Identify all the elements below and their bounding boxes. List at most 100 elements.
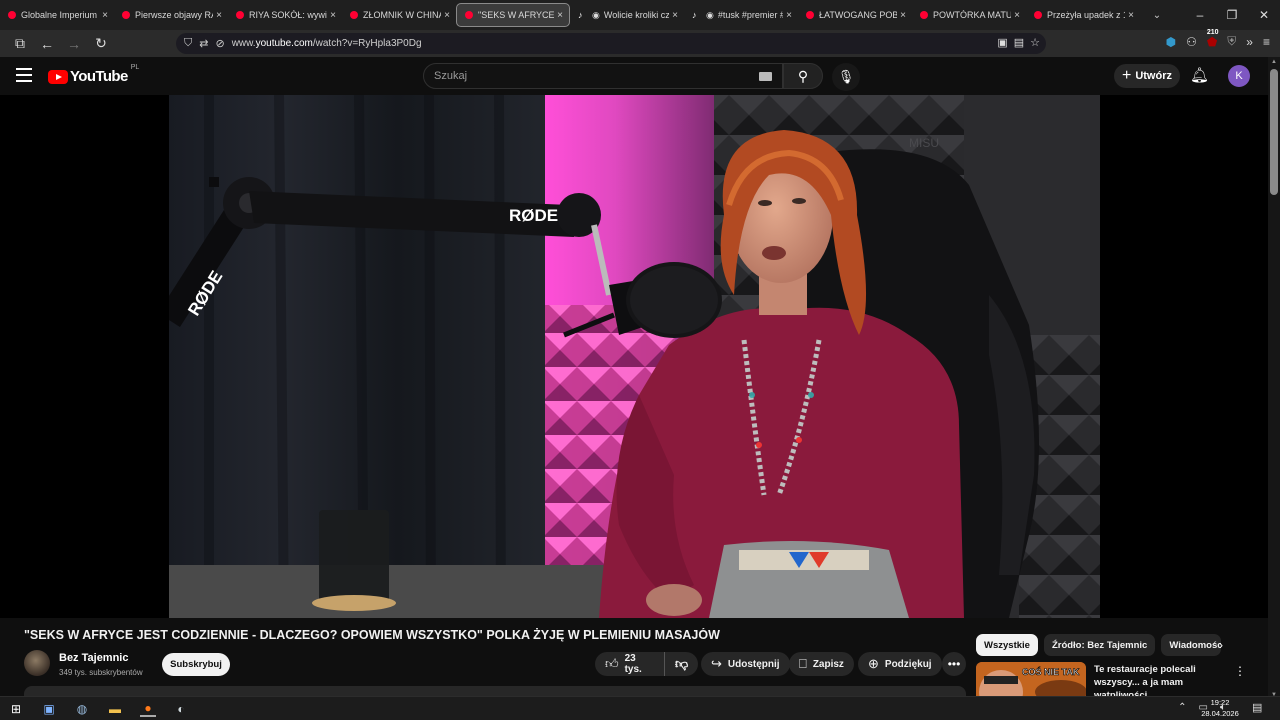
youtube-logo[interactable]: YouTube PL — [48, 64, 139, 85]
recommended-thumbnail-image: COŚ NIE TAK — [976, 662, 1086, 696]
address-bar[interactable]: ⛉ ⇄ ⊘ www.youtube.com/watch?v=RyHpla3P0D… — [176, 33, 1046, 54]
tab-close-icon[interactable]: × — [1014, 10, 1020, 21]
scrollbar-thumb[interactable] — [1270, 69, 1278, 195]
clock-date: 28.04.2026 — [1201, 709, 1239, 718]
explorer-monitor-icon[interactable]: ▣ — [41, 701, 57, 717]
reload-icon[interactable]: ↻ — [89, 32, 113, 56]
browser-tab[interactable]: RIYA SOKÓŁ: wywiad× — [228, 3, 342, 27]
create-label: Utwórz — [1135, 70, 1172, 82]
video-frame[interactable]: RØDE RØDE MISU — [169, 95, 1100, 618]
recommended-thumbnail[interactable]: COŚ NIE TAK — [976, 662, 1086, 696]
youtube-favicon-icon — [1034, 11, 1042, 19]
firefox-icon[interactable]: ● — [140, 701, 156, 717]
tab-close-icon[interactable]: × — [672, 10, 678, 21]
tracking-shield-icon[interactable]: ⛉ — [184, 37, 192, 50]
browser-tab[interactable]: ŁATWOGANG POBIŁ× — [798, 3, 912, 27]
page-scrollbar[interactable]: ▲ ▼ — [1268, 57, 1280, 700]
channel-avatar[interactable] — [24, 650, 50, 676]
minimize-icon[interactable]: – — [1184, 0, 1216, 30]
tab-close-icon[interactable]: × — [216, 10, 222, 21]
tab-close-icon[interactable]: × — [1128, 10, 1134, 21]
permissions-icon[interactable]: ⇄ — [199, 37, 208, 50]
subscriber-count: 349 tys. subskrybentów — [59, 668, 143, 677]
restore-icon[interactable]: ❐ — [1216, 0, 1248, 30]
overflow-menu-icon[interactable]: » — [1246, 35, 1253, 49]
browser-tab[interactable]: Pierwsze objawy RAK× — [114, 3, 228, 27]
vpn-extension-icon[interactable]: ⬢ — [1166, 35, 1176, 49]
dislike-button[interactable]: 👎︎ — [665, 652, 698, 676]
browser-tab[interactable]: Globalne Imperium B × — [0, 3, 114, 27]
windows-start-icon[interactable]: ⊞ — [8, 701, 24, 717]
voice-search-button[interactable]: 🎙︎ — [832, 63, 860, 91]
app-icon[interactable]: ◐ — [173, 701, 189, 717]
chair-logo: MISU — [909, 136, 939, 150]
channel-name[interactable]: Bez Tajemnic — [59, 652, 129, 664]
thumbs-down-icon: 👎︎ — [674, 656, 689, 671]
rode-boom-logo: RØDE — [509, 206, 558, 225]
more-actions-icon[interactable]: ••• — [942, 652, 966, 676]
site-info-icon[interactable]: ⊘ — [215, 37, 224, 50]
save-label: Zapisz — [812, 658, 844, 670]
tab-close-icon[interactable]: × — [444, 10, 450, 21]
media-playing-icon[interactable]: ◉ — [706, 10, 714, 21]
description-box[interactable] — [24, 686, 966, 696]
chip-all[interactable]: Wszystkie — [976, 634, 1038, 656]
close-window-icon[interactable]: ✕ — [1248, 0, 1280, 30]
tab-manager-icon[interactable]: ⧉ — [8, 32, 32, 56]
notification-center-icon[interactable]: ▤ — [1252, 701, 1262, 714]
tab-close-icon[interactable]: × — [557, 10, 563, 21]
shield-extension-icon[interactable]: ⛨ — [1227, 34, 1236, 49]
notifications-bell-icon[interactable]: 🔔︎ — [1190, 66, 1209, 84]
browser-tab[interactable]: ♪ ◉ Wolicie kroliki cz × — [570, 3, 684, 27]
reader-view-icon[interactable]: ▤ — [1014, 36, 1024, 49]
subscribe-button[interactable]: Subskrybuj — [162, 653, 230, 676]
browser-toolbar: ⧉ ← → ↻ ⛉ ⇄ ⊘ www.youtube.com/watch?v=Ry… — [0, 28, 1280, 57]
youtube-favicon-icon — [350, 11, 358, 19]
save-button[interactable]: ⎕ Zapisz — [789, 652, 854, 676]
youtube-favicon-icon — [465, 11, 473, 19]
tab-label: Pierwsze objawy RAK — [135, 10, 213, 20]
scroll-up-icon[interactable]: ▲ — [1271, 59, 1277, 65]
plus-icon: + — [1121, 67, 1132, 84]
browser-tab-active[interactable]: "SEKS W AFRYCE JES× — [456, 3, 570, 27]
browser-tab[interactable]: Przeżyła upadek z 10 × — [1026, 3, 1140, 27]
media-playing-icon[interactable]: ◉ — [592, 10, 600, 21]
create-button[interactable]: + Utwórz — [1114, 64, 1180, 88]
search-input[interactable]: Szukaj — [423, 63, 783, 89]
tab-close-icon[interactable]: × — [102, 10, 108, 21]
youtube-favicon-icon — [8, 11, 16, 19]
file-explorer-icon[interactable]: ▬ — [107, 701, 123, 717]
app-menu-icon[interactable]: ≡ — [1263, 35, 1270, 49]
tab-label: "SEKS W AFRYCE JES — [478, 10, 555, 20]
like-button[interactable]: 👍︎ 23 tys. — [595, 652, 666, 676]
system-clock[interactable]: 19:22 28.04.2026 — [1200, 697, 1240, 719]
browser-tab[interactable]: ♪ ◉ #tusk #premier # × — [684, 3, 798, 27]
back-icon[interactable]: ← — [35, 32, 59, 56]
forward-icon[interactable]: → — [62, 32, 86, 56]
menu-icon[interactable] — [16, 68, 32, 82]
share-button[interactable]: ↪ Udostępnij — [701, 652, 790, 676]
tab-close-icon[interactable]: × — [786, 10, 792, 21]
bookmark-star-icon[interactable]: ☆ — [1030, 36, 1040, 49]
chevron-right-icon[interactable]: › — [1219, 638, 1223, 652]
thanks-button[interactable]: ⊕ Podziękuj — [858, 652, 942, 676]
search-button[interactable]: ⚲ — [783, 63, 823, 89]
tab-close-icon[interactable]: × — [330, 10, 336, 21]
clock-time: 19:22 — [1210, 698, 1230, 707]
ublock-extension-icon[interactable]: ⬟ 210 — [1206, 28, 1219, 49]
browser-tab[interactable]: POWTÓRKA MATURA× — [912, 3, 1026, 27]
extensions-puzzle-icon[interactable]: ⚇ — [1186, 35, 1197, 49]
tray-chevron-icon[interactable]: ⌃ — [1178, 702, 1186, 713]
kebab-menu-icon[interactable]: ⋮ — [1234, 664, 1246, 678]
chip-news[interactable]: Wiadomości — [1161, 634, 1222, 656]
steam-icon[interactable]: ◍ — [74, 701, 90, 717]
chip-source-channel[interactable]: Źródło: Bez Tajemnic — [1043, 634, 1156, 656]
browser-tab[interactable]: ZŁOMNIK W CHINACH× — [342, 3, 456, 27]
tab-close-icon[interactable]: × — [900, 10, 906, 21]
list-all-tabs-icon[interactable]: ⌄ — [1146, 4, 1168, 26]
video-player[interactable]: RØDE RØDE MISU — [0, 95, 1268, 618]
keyboard-icon[interactable] — [759, 72, 772, 81]
account-avatar[interactable]: K — [1228, 65, 1250, 87]
video-frame-image: RØDE RØDE MISU — [169, 95, 1100, 618]
picture-in-picture-icon[interactable]: ▣ — [997, 36, 1007, 49]
